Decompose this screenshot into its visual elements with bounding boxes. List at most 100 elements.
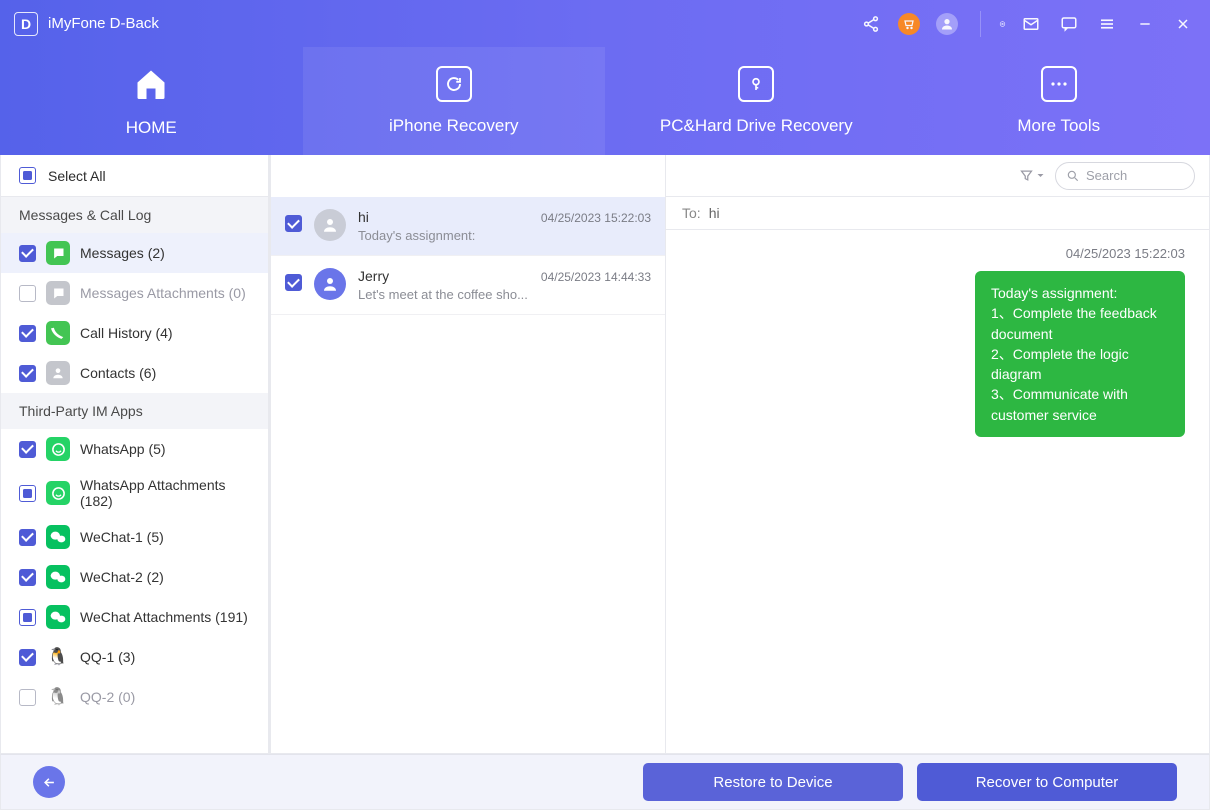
wechat-icon <box>46 605 70 629</box>
menu-icon[interactable] <box>1094 11 1120 37</box>
search-box[interactable] <box>1055 162 1195 190</box>
nav-home[interactable]: HOME <box>0 47 303 155</box>
sidebar-item-call-history[interactable]: Call History (4) <box>1 313 268 353</box>
home-icon <box>131 64 171 104</box>
thread-name: Jerry <box>358 268 389 284</box>
refresh-icon <box>436 66 472 102</box>
footer: Restore to Device Recover to Computer <box>0 754 1210 810</box>
whatsapp-icon <box>46 437 70 461</box>
checkbox[interactable] <box>19 569 36 586</box>
thread-item-jerry[interactable]: Jerry 04/25/2023 14:44:33 Let's meet at … <box>271 256 665 315</box>
avatar-icon <box>314 268 346 300</box>
search-input[interactable] <box>1086 168 1176 183</box>
titlebar: D iMyFone D-Back <box>0 0 1210 47</box>
thread-preview: Let's meet at the coffee sho... <box>358 287 598 302</box>
wechat-icon <box>46 525 70 549</box>
nav-label: More Tools <box>1017 116 1100 136</box>
attachments-icon <box>46 281 70 305</box>
checkbox[interactable] <box>19 485 36 502</box>
feedback-icon[interactable] <box>1056 11 1082 37</box>
sidebar-item-whatsapp-attachments[interactable]: WhatsApp Attachments (182) <box>1 469 268 517</box>
item-label: WeChat-2 (2) <box>80 569 164 585</box>
qq-icon: 🐧 <box>46 645 70 669</box>
key-icon <box>738 66 774 102</box>
item-label: WeChat Attachments (191) <box>80 609 248 625</box>
recover-button[interactable]: Recover to Computer <box>917 763 1177 801</box>
search-icon <box>1066 169 1080 183</box>
sidebar: Select All Messages & Call Log Messages … <box>1 155 271 753</box>
account-icon[interactable] <box>934 11 960 37</box>
sidebar-item-messages-attachments[interactable]: Messages Attachments (0) <box>1 273 268 313</box>
checkbox[interactable] <box>19 441 36 458</box>
to-label: To: <box>682 205 701 221</box>
select-all-label: Select All <box>48 168 106 184</box>
thread-list: hi 04/25/2023 15:22:03 Today's assignmen… <box>271 155 666 753</box>
select-all-checkbox[interactable] <box>19 167 36 184</box>
item-label: QQ-1 (3) <box>80 649 135 665</box>
contacts-icon <box>46 361 70 385</box>
checkbox[interactable] <box>19 325 36 342</box>
app-title: iMyFone D-Back <box>48 15 159 32</box>
share-icon[interactable] <box>858 11 884 37</box>
avatar-icon <box>314 209 346 241</box>
thread-name: hi <box>358 209 369 225</box>
item-label: WhatsApp (5) <box>80 441 166 457</box>
qq-icon: 🐧 <box>46 685 70 709</box>
cart-icon[interactable] <box>896 11 922 37</box>
thread-item-hi[interactable]: hi 04/25/2023 15:22:03 Today's assignmen… <box>271 197 665 256</box>
item-label: Contacts (6) <box>80 365 156 381</box>
nav-pc-recovery[interactable]: PC&Hard Drive Recovery <box>605 47 908 155</box>
nav-iphone-recovery[interactable]: iPhone Recovery <box>303 47 606 155</box>
settings-icon[interactable] <box>980 11 1006 37</box>
thread-time: 04/25/2023 14:44:33 <box>541 270 651 284</box>
sidebar-item-qq-1[interactable]: 🐧 QQ-1 (3) <box>1 637 268 677</box>
sidebar-item-wechat-1[interactable]: WeChat-1 (5) <box>1 517 268 557</box>
nav-label: HOME <box>126 118 177 138</box>
thread-preview: Today's assignment: <box>358 228 598 243</box>
checkbox[interactable] <box>19 285 36 302</box>
message-bubble: Today's assignment: 1、Complete the feedb… <box>975 271 1185 437</box>
checkbox[interactable] <box>19 245 36 262</box>
restore-button[interactable]: Restore to Device <box>643 763 903 801</box>
phone-icon <box>46 321 70 345</box>
item-label: Messages (2) <box>80 245 165 261</box>
checkbox[interactable] <box>19 365 36 382</box>
checkbox[interactable] <box>285 215 302 232</box>
back-button[interactable] <box>33 766 65 798</box>
sidebar-item-messages[interactable]: Messages (2) <box>1 233 268 273</box>
item-label: WeChat-1 (5) <box>80 529 164 545</box>
sidebar-item-wechat-attachments[interactable]: WeChat Attachments (191) <box>1 597 268 637</box>
checkbox[interactable] <box>19 609 36 626</box>
sidebar-item-qq-2[interactable]: 🐧 QQ-2 (0) <box>1 677 268 717</box>
checkbox[interactable] <box>19 529 36 546</box>
sidebar-item-whatsapp[interactable]: WhatsApp (5) <box>1 429 268 469</box>
to-row: To: hi <box>666 197 1209 230</box>
main-nav: HOME iPhone Recovery PC&Hard Drive Recov… <box>0 47 1210 155</box>
whatsapp-icon <box>46 481 70 505</box>
checkbox[interactable] <box>19 649 36 666</box>
filter-button[interactable] <box>1019 168 1045 183</box>
sidebar-item-wechat-2[interactable]: WeChat-2 (2) <box>1 557 268 597</box>
sidebar-group-thirdparty: Third-Party IM Apps <box>1 393 268 429</box>
thread-time: 04/25/2023 15:22:03 <box>541 211 651 225</box>
nav-label: PC&Hard Drive Recovery <box>660 116 853 136</box>
sidebar-group-messages: Messages & Call Log <box>1 197 268 233</box>
item-label: WhatsApp Attachments (182) <box>80 477 250 509</box>
select-all-row[interactable]: Select All <box>1 155 268 197</box>
item-label: QQ-2 (0) <box>80 689 135 705</box>
close-button[interactable] <box>1170 11 1196 37</box>
mail-icon[interactable] <box>1018 11 1044 37</box>
more-icon <box>1041 66 1077 102</box>
sidebar-item-contacts[interactable]: Contacts (6) <box>1 353 268 393</box>
minimize-button[interactable] <box>1132 11 1158 37</box>
chat-area: 04/25/2023 15:22:03 Today's assignment: … <box>666 230 1209 753</box>
nav-label: iPhone Recovery <box>389 116 518 136</box>
checkbox[interactable] <box>19 689 36 706</box>
message-detail: To: hi 04/25/2023 15:22:03 Today's assig… <box>666 155 1209 753</box>
app-logo: D <box>14 12 38 36</box>
message-time: 04/25/2023 15:22:03 <box>690 246 1185 261</box>
checkbox[interactable] <box>285 274 302 291</box>
nav-more-tools[interactable]: More Tools <box>908 47 1210 155</box>
messages-icon <box>46 241 70 265</box>
to-value: hi <box>709 205 720 221</box>
